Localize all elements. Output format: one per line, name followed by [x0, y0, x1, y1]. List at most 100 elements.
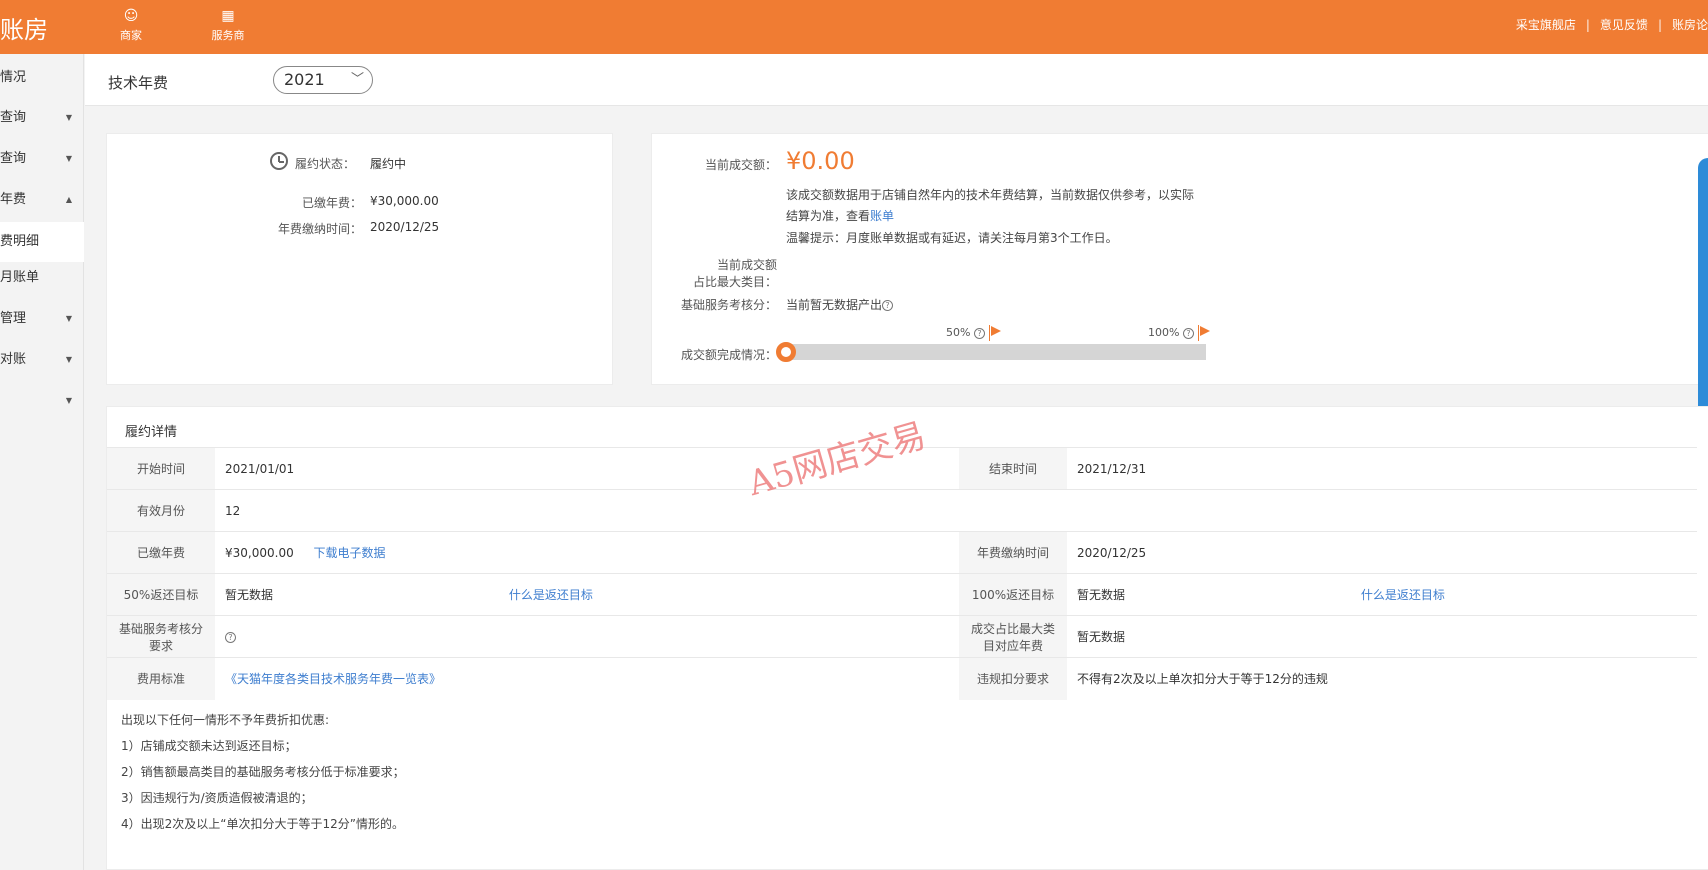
contract-status-card: 履约状态： 履约中 已缴年费： ¥30,000.00 年费缴纳时间： 2020/…: [106, 133, 613, 385]
sidebar-item-label: 费明细: [0, 234, 40, 249]
sales-card: 当前成交额： ¥0.00 该成交额数据用于店铺自然年内的技术年费结算，当前数据仅…: [651, 133, 1708, 385]
table-row: 费用标准 《天猫年度各类目技术服务年费一览表》 违规扣分要求 不得有2次及以上单…: [107, 657, 1697, 700]
nav-service-provider-label: 服务商: [211, 29, 245, 42]
current-sales-value: ¥0.00: [786, 147, 855, 175]
rule-item: 2）销售额最高类目的基础服务考核分低于标准要求；: [121, 765, 405, 779]
end-time-value: 2021/12/31: [1067, 447, 1697, 490]
feedback-link[interactable]: 意见反馈: [1600, 18, 1648, 32]
target-100-value: 暂无数据: [1077, 588, 1126, 602]
score-requirement-value: ?: [215, 615, 959, 658]
top-category-label-line1: 当前成交额: [716, 258, 777, 272]
topcat-fee-value: 暂无数据: [1067, 615, 1697, 658]
brand-title: 账房: [0, 16, 48, 44]
grid-icon: ▦: [221, 8, 235, 24]
sidebar-item-manage[interactable]: 管理 ▼: [0, 299, 84, 339]
target-100-label: 100%返还目标: [959, 573, 1067, 616]
rule-item: 3）因违规行为/资质造假被清退的；: [121, 791, 313, 805]
sidebar-item-label: 管理: [0, 311, 27, 326]
score-value-text: 当前暂无数据产出: [786, 298, 883, 312]
paid-time-label: 年费缴纳时间: [959, 531, 1067, 574]
divider: |: [1657, 18, 1662, 32]
sidebar-item-label: 月账单: [0, 270, 40, 285]
sidebar-item-label: 年费: [0, 192, 27, 207]
store-link[interactable]: 采宝旗舰店: [1516, 18, 1576, 32]
milestone-100-label: 100%: [1148, 326, 1180, 339]
sidebar-item-fee-detail[interactable]: 费明细: [0, 222, 84, 262]
chevron-down-icon: ▼: [65, 113, 72, 122]
rules-text: 出现以下任何一情形不予年费折扣优惠: 1）店铺成交额未达到返还目标； 2）销售额…: [121, 707, 405, 837]
score-requirement-label: 基础服务考核分要求: [107, 615, 215, 658]
violation-value: 不得有2次及以上单次扣分大于等于12分的违规: [1067, 657, 1697, 700]
sidebar-item-query-2[interactable]: 查询 ▼: [0, 139, 84, 179]
what-is-target-link[interactable]: 什么是返还目标: [1361, 588, 1445, 602]
reminder-note: 温馨提示：月度账单数据或有延迟，请关注每月第3个工作日。: [786, 231, 1118, 245]
score-label: 基础服务考核分：: [680, 298, 777, 312]
milestone-50-label: 50%: [946, 326, 971, 339]
fee-standard-label: 费用标准: [107, 657, 215, 700]
what-is-target-link[interactable]: 什么是返还目标: [509, 588, 593, 602]
milestone-50: 50% ?: [946, 325, 1001, 341]
status-value: 履约中: [370, 157, 407, 171]
download-data-link[interactable]: 下载电子数据: [314, 546, 386, 560]
sidebar-item-more[interactable]: ▼: [0, 381, 84, 421]
topcat-fee-label: 成交占比最大类目对应年费: [959, 615, 1067, 658]
fee-standard-link[interactable]: 《天猫年度各类目技术服务年费一览表》: [225, 672, 441, 686]
divider: |: [1585, 18, 1590, 32]
sidebar-item-monthly-bill[interactable]: 月账单: [0, 258, 84, 298]
help-icon[interactable]: ?: [973, 327, 985, 339]
rule-item: 1）店铺成交额未达到返还目标；: [121, 739, 297, 753]
table-row: 有效月份 12: [107, 489, 1697, 532]
table-row: 已缴年费 ¥30,000.00 下载电子数据 年费缴纳时间 2020/12/25: [107, 531, 1697, 574]
progress-indicator: [776, 342, 796, 362]
paid-fee-cell: ¥30,000.00 下载电子数据: [215, 531, 959, 574]
chevron-down-icon: ▼: [65, 396, 72, 405]
table-row: 基础服务考核分要求 ? 成交占比最大类目对应年费 暂无数据: [107, 615, 1697, 658]
sidebar-item-overview[interactable]: 情况: [0, 58, 84, 98]
target-100-cell: 暂无数据 什么是返还目标: [1067, 573, 1697, 616]
help-icon[interactable]: ?: [1182, 327, 1194, 339]
top-bar: 账房 ☺ 商家 ▦ 服务商 采宝旗舰店 | 意见反馈 | 账房论: [0, 0, 1708, 54]
help-icon[interactable]: ?: [882, 300, 894, 311]
flag-icon: [1197, 325, 1210, 341]
page-title: 技术年费: [108, 74, 169, 92]
chevron-down-icon: ﹀: [350, 72, 364, 87]
table-row: 50%返还目标 暂无数据 什么是返还目标 100%返还目标 暂无数据 什么是返还…: [107, 573, 1697, 616]
end-time-label: 结束时间: [959, 447, 1067, 490]
rule-item: 4）出现2次及以上“单次扣分大于等于12分”情形的。: [121, 817, 404, 831]
history-icon: [270, 152, 288, 170]
valid-months-value: 12: [215, 489, 1697, 532]
top-category-label: 当前成交额 占比最大类目：: [662, 256, 777, 290]
sidebar-item-label: 查询: [0, 151, 27, 166]
chevron-up-icon: ▲: [65, 195, 72, 204]
year-select[interactable]: 2021 ﹀: [273, 66, 373, 94]
sidebar-item-annual-fee[interactable]: 年费 ▲: [0, 180, 84, 220]
current-sales-label: 当前成交额：: [704, 158, 777, 172]
rules-intro: 出现以下任何一情形不予年费折扣优惠:: [121, 713, 330, 727]
start-time-label: 开始时间: [107, 447, 215, 490]
target-50-label: 50%返还目标: [107, 573, 215, 616]
bill-link[interactable]: 账单: [870, 209, 894, 223]
sales-note-2: 结算为准，查看账单: [786, 207, 894, 224]
nav-merchant[interactable]: ☺ 商家: [96, 8, 166, 43]
top-links: 采宝旗舰店 | 意见反馈 | 账房论: [1516, 16, 1708, 33]
flag-icon: [988, 325, 1001, 341]
nav-service-provider[interactable]: ▦ 服务商: [193, 8, 263, 43]
help-icon[interactable]: ?: [225, 631, 236, 643]
violation-label: 违规扣分要求: [959, 657, 1067, 700]
milestone-100: 100% ?: [1148, 325, 1210, 341]
sidebar: 情况 查询 ▼ 查询 ▼ 年费 ▲ 费明细 月账单 管理 ▼ 对账 ▼ ▼: [0, 54, 84, 870]
sidebar-item-query-1[interactable]: 查询 ▼: [0, 98, 84, 138]
target-50-cell: 暂无数据 什么是返还目标: [215, 573, 959, 616]
filter-bar: 技术年费 2021 ﹀: [85, 54, 1708, 106]
score-value: 当前暂无数据产出?: [786, 296, 894, 313]
sidebar-item-label: 查询: [0, 110, 27, 125]
sidebar-item-reconcile[interactable]: 对账 ▼: [0, 340, 84, 380]
completion-label: 成交额完成情况：: [680, 348, 777, 362]
paid-time-label: 年费缴纳时间：: [277, 222, 362, 236]
forum-link[interactable]: 账房论: [1672, 18, 1708, 32]
paid-fee-value: ¥30,000.00: [370, 194, 439, 208]
contract-details: 履约详情 开始时间 2021/01/01 结束时间 2021/12/31 有效月…: [106, 406, 1708, 870]
status-label: 履约状态：: [295, 157, 356, 171]
chevron-down-icon: ▼: [65, 355, 72, 364]
valid-months-label: 有效月份: [107, 489, 215, 532]
